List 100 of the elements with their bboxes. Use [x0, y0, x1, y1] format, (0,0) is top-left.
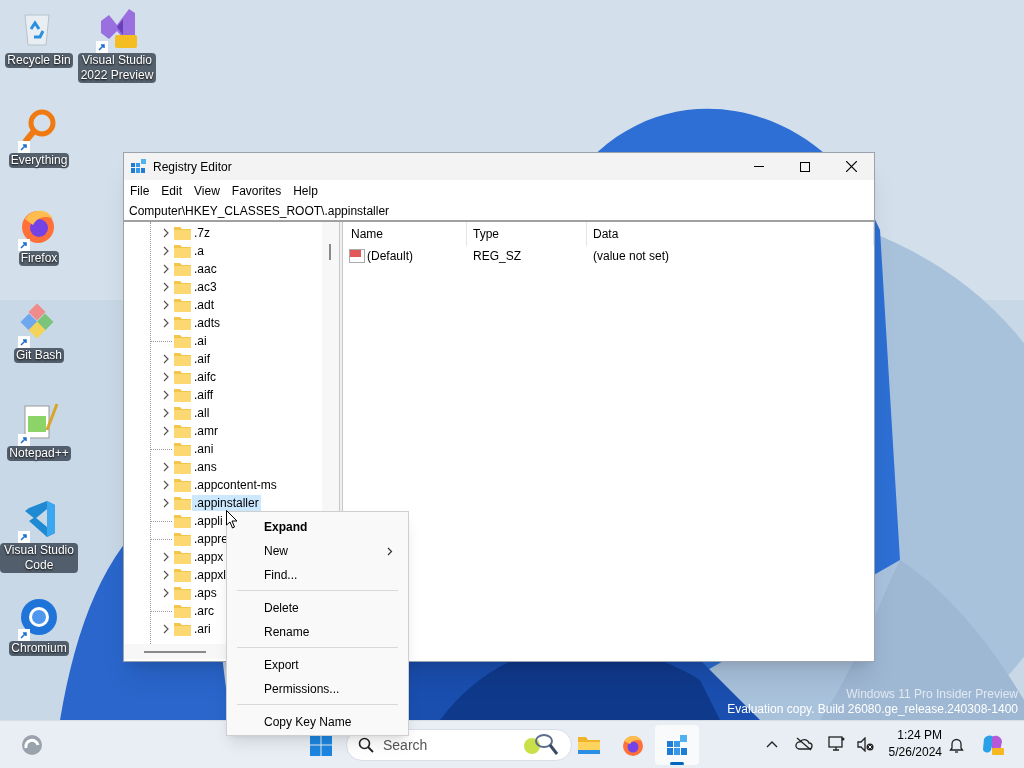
chevron-right-icon[interactable]: [163, 246, 170, 256]
context-menu-item[interactable]: Find...: [227, 564, 408, 586]
menu-item[interactable]: Favorites: [225, 182, 288, 200]
desktop-icon-label[interactable]: Recycle Bin: [5, 53, 73, 68]
tree-item[interactable]: .appx: [192, 549, 226, 565]
tree-item[interactable]: .a: [192, 243, 206, 259]
chevron-right-icon[interactable]: [163, 282, 170, 292]
folder-icon: [173, 548, 192, 565]
tree-item[interactable]: .arc: [192, 603, 216, 619]
folder-icon: [173, 404, 192, 421]
tennis-icon: [522, 732, 558, 758]
menu-item[interactable]: Edit: [155, 182, 189, 200]
folder-icon: [173, 494, 192, 511]
tree-item[interactable]: .appli: [192, 513, 225, 529]
chevron-right-icon[interactable]: [163, 462, 170, 472]
chevron-right-icon[interactable]: [163, 228, 170, 238]
tree-item[interactable]: .aif: [192, 351, 212, 367]
value-data: (value not set): [592, 248, 670, 265]
taskbar-app-button[interactable]: [655, 725, 699, 765]
folder-icon: [173, 512, 192, 529]
chevron-right-icon[interactable]: [163, 354, 170, 364]
context-menu-item[interactable]: Permissions...: [227, 678, 408, 700]
chevron-right-icon[interactable]: [163, 264, 170, 274]
desktop-icon-label[interactable]: Visual Studio 2022 Preview: [78, 53, 156, 83]
chevron-right-icon[interactable]: [163, 498, 170, 508]
value-name[interactable]: (Default): [367, 247, 413, 265]
chevron-right-icon[interactable]: [163, 426, 170, 436]
tree-item[interactable]: .aifc: [192, 369, 218, 385]
folder-icon: [173, 368, 192, 385]
context-menu-item[interactable]: Rename: [227, 621, 408, 643]
chevron-right-icon[interactable]: [163, 552, 170, 562]
folder-icon: [173, 260, 192, 277]
tree-item[interactable]: .appinstaller: [192, 495, 261, 511]
folder-icon: [173, 440, 192, 457]
desktop-icon-label[interactable]: Firefox: [18, 251, 60, 266]
menu-item[interactable]: Help: [287, 182, 324, 200]
menu-item[interactable]: View: [188, 182, 226, 200]
folder-icon: [173, 314, 192, 331]
chevron-right-icon[interactable]: [163, 624, 170, 634]
chevron-right-icon[interactable]: [163, 300, 170, 310]
tree-item[interactable]: .appcontent-ms: [192, 477, 279, 493]
value-type: REG_SZ: [472, 248, 522, 265]
menu-item[interactable]: File: [124, 182, 156, 200]
chevron-right-icon[interactable]: [163, 480, 170, 490]
registry-icon: [131, 159, 146, 174]
chevron-up-icon[interactable]: [766, 740, 778, 748]
desktop-icon-label[interactable]: Notepad++: [7, 446, 71, 461]
column-header[interactable]: Name: [343, 222, 467, 246]
folder-icon: [173, 422, 192, 439]
bell-icon[interactable]: [949, 737, 964, 753]
tree-item[interactable]: .adts: [192, 315, 222, 331]
close-icon: [845, 161, 857, 172]
speaker-muted-icon[interactable]: [857, 737, 874, 752]
chevron-right-icon[interactable]: [163, 570, 170, 580]
tree-item[interactable]: .ani: [192, 441, 216, 457]
tree-item[interactable]: .aps: [192, 585, 219, 601]
desktop-icon-label[interactable]: Visual Studio Code: [0, 543, 78, 573]
tree-item[interactable]: .ac3: [192, 279, 219, 295]
tree-item[interactable]: .ari: [192, 621, 213, 637]
clock-time[interactable]: 1:24 PM: [897, 727, 942, 744]
folder-icon: [173, 602, 192, 619]
tree-item[interactable]: .all: [192, 405, 212, 421]
folder-icon: [173, 242, 192, 259]
tree-item[interactable]: .aac: [192, 261, 219, 277]
desktop-icon-label[interactable]: Git Bash: [14, 348, 64, 363]
context-menu-item[interactable]: Export: [227, 654, 408, 676]
address-bar[interactable]: Computer\HKEY_CLASSES_ROOT\.appinstaller: [124, 202, 874, 222]
build-edition: Windows 11 Pro Insider Preview: [846, 686, 1018, 703]
tree-item[interactable]: .ans: [192, 459, 219, 475]
tree-item[interactable]: .aiff: [192, 387, 216, 403]
tree-item[interactable]: .7z: [192, 225, 212, 241]
maximize-icon: [800, 161, 810, 172]
context-menu-item[interactable]: Delete: [227, 597, 408, 619]
tree-item[interactable]: .appxl: [192, 567, 229, 583]
chevron-right-icon[interactable]: [163, 408, 170, 418]
column-header[interactable]: Data: [587, 222, 874, 246]
chevron-right-icon[interactable]: [163, 318, 170, 328]
cloud-off-icon[interactable]: [795, 737, 813, 751]
chevron-right-icon[interactable]: [163, 390, 170, 400]
window-title: Registry Editor: [153, 158, 232, 176]
desktop-icon-label[interactable]: Chromium: [9, 641, 69, 656]
tree-item[interactable]: .adt: [192, 297, 216, 313]
folder-icon: [173, 530, 192, 547]
monitor-icon[interactable]: [828, 736, 845, 752]
folder-icon: [173, 350, 192, 367]
chevron-right-icon[interactable]: [163, 372, 170, 382]
folder-icon: [173, 620, 192, 637]
clock-date[interactable]: 5/26/2024: [888, 744, 942, 761]
registry-icon: [664, 732, 690, 758]
minimize-icon: [754, 166, 764, 167]
start-icon[interactable]: [310, 734, 332, 756]
tree-item[interactable]: .amr: [192, 423, 220, 439]
chevron-right-icon[interactable]: [163, 588, 170, 598]
desktop-icon-label[interactable]: Everything: [8, 153, 70, 168]
copilot-icon[interactable]: [981, 733, 1005, 757]
folder-icon: [173, 458, 192, 475]
folder-icon: [173, 476, 192, 493]
tree-item[interactable]: .ai: [192, 333, 209, 349]
column-header[interactable]: Type: [467, 222, 587, 246]
string-value-icon: [349, 248, 365, 264]
